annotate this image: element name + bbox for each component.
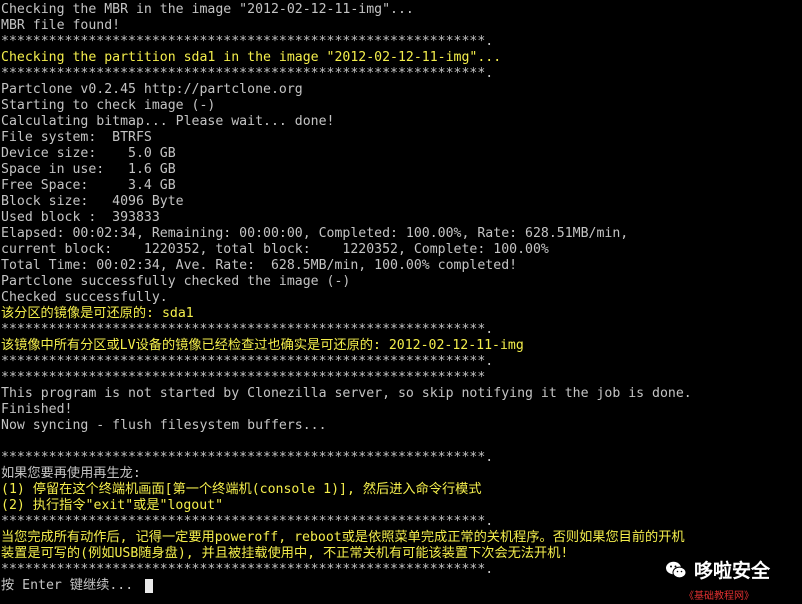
terminal-line: 装置是可写的(例如USB随身盘), 并且被挂载使用中, 不正常关机有可能该装置下…	[1, 546, 569, 561]
terminal-line: 按 Enter 键继续...	[1, 578, 134, 593]
terminal-line: ****************************************…	[1, 354, 494, 369]
terminal-line: ****************************************…	[1, 370, 486, 385]
terminal-line: Partclone v0.2.45 http://partclone.org	[1, 82, 303, 97]
terminal-line: ****************************************…	[1, 66, 494, 81]
terminal-line: current block: 1220352, total block: 122…	[1, 242, 549, 257]
terminal-line: ****************************************…	[1, 562, 494, 577]
terminal-line: MBR file found!	[1, 18, 121, 33]
terminal-line: Block size: 4096 Byte	[1, 194, 184, 209]
terminal-line: File system: BTRFS	[1, 130, 152, 145]
terminal-line: Device size: 5.0 GB	[1, 146, 176, 161]
terminal-line: (2) 执行指令"exit"或是"logout"	[1, 498, 224, 513]
terminal-line: Partclone successfully checked the image…	[1, 274, 351, 289]
terminal-line: Used block : 393833	[1, 210, 160, 225]
terminal-line: ****************************************…	[1, 450, 494, 465]
terminal-line: ****************************************…	[1, 34, 494, 49]
watermark-brand: 哆啦安全	[694, 560, 771, 582]
terminal-line: Elapsed: 00:02:34, Remaining: 00:00:00, …	[1, 226, 629, 241]
watermark-subtitle: 《基础教程网》	[684, 591, 754, 602]
terminal-line: 如果您要再使用再生龙:	[1, 466, 141, 481]
terminal-line: Free Space: 3.4 GB	[1, 178, 176, 193]
terminal-line: ****************************************…	[1, 322, 494, 337]
terminal-window[interactable]: Checking the MBR in the image "2012-02-1…	[0, 0, 802, 604]
watermark: 哆啦安全 《基础教程网》	[654, 552, 794, 602]
wechat-icon	[666, 561, 687, 579]
terminal-line: (1) 停留在这个终端机画面[第一个终端机(console 1)], 然后进入命…	[1, 482, 482, 497]
terminal-line: Finished!	[1, 402, 73, 417]
terminal-line: Space in use: 1.6 GB	[1, 162, 176, 177]
terminal-line: Total Time: 00:02:34, Ave. Rate: 628.5MB…	[1, 258, 518, 273]
terminal-line: Now syncing - flush filesystem buffers..…	[1, 418, 327, 433]
terminal-line: Checked successfully.	[1, 290, 168, 305]
terminal-line: ****************************************…	[1, 514, 494, 529]
terminal-line: Starting to check image (-)	[1, 98, 216, 113]
terminal-line: This program is not started by Clonezill…	[1, 386, 692, 401]
terminal-line: Checking the partition sda1 in the image…	[1, 50, 502, 65]
text-cursor	[145, 579, 153, 593]
terminal-line: Checking the MBR in the image "2012-02-1…	[1, 2, 414, 17]
terminal-line: 该镜像中所有分区或LV设备的镜像已经检查过也确实是可还原的: 2012-02-1…	[1, 338, 524, 353]
terminal-line: 当您完成所有动作后, 记得一定要用poweroff, reboot或是依照菜单完…	[1, 530, 685, 545]
terminal-line: Calculating bitmap... Please wait... don…	[1, 114, 335, 129]
terminal-line: 该分区的镜像是可还原的: sda1	[1, 306, 194, 321]
